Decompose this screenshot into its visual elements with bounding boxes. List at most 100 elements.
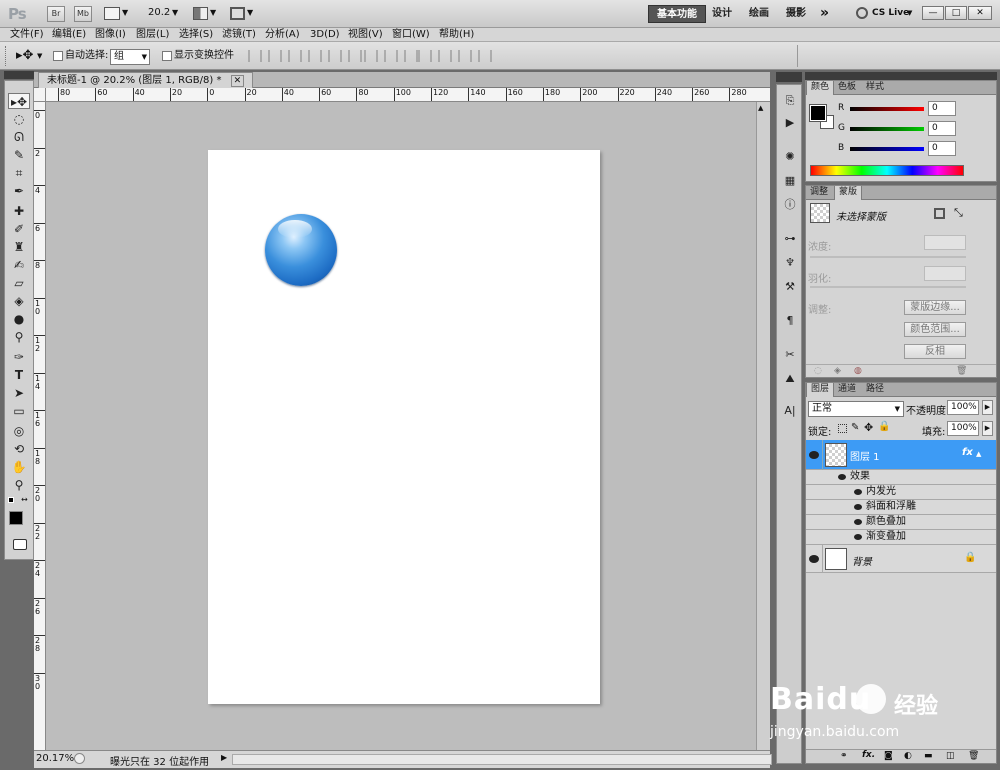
swap-colors-icon[interactable]: ↔	[21, 495, 28, 504]
color-spectrum-bar[interactable]	[810, 165, 964, 176]
dodge-tool-icon[interactable]: ⚲	[8, 329, 30, 345]
zoom-tool-icon[interactable]: ⚲	[8, 477, 30, 493]
layer-name[interactable]: 背景	[852, 553, 872, 568]
align-bottom-icon[interactable]	[288, 50, 302, 62]
screen-mode-icon[interactable]	[230, 7, 245, 20]
tool-presets-icon[interactable]: ⚒	[781, 279, 799, 295]
scroll-up-icon[interactable]: ▲	[758, 104, 763, 112]
auto-select-checkbox[interactable]	[53, 51, 63, 61]
layer-name[interactable]: 图层 1	[850, 448, 880, 463]
tab-swatches[interactable]: 色板	[834, 81, 860, 95]
hand-tool-icon[interactable]: ✋	[8, 459, 30, 475]
foreground-color-swatch[interactable]	[9, 511, 23, 525]
tab-masks[interactable]: 蒙版	[834, 186, 863, 200]
tab-layers[interactable]: 图层	[806, 383, 835, 397]
pen-tool-icon[interactable]: ✑	[8, 349, 30, 365]
color-range-button[interactable]: 颜色范围...	[904, 322, 966, 337]
blur-tool-icon[interactable]: ●	[8, 311, 30, 327]
clone-stamp-tool-icon[interactable]: ♜	[8, 239, 30, 255]
arrange-documents-icon[interactable]	[193, 7, 208, 20]
3d-rotate-tool-icon[interactable]: ◎	[8, 423, 30, 439]
channel-r-slider[interactable]	[850, 107, 924, 111]
apply-mask-icon[interactable]: ◈	[834, 366, 841, 376]
view-extras-icon[interactable]	[104, 7, 120, 20]
visibility-eye-icon[interactable]	[854, 489, 862, 495]
healing-brush-tool-icon[interactable]: ✚	[8, 203, 30, 219]
distribute-vcenter-icon[interactable]	[384, 50, 398, 62]
menu-select[interactable]: 选择(S)	[179, 29, 213, 41]
align-top-icon[interactable]	[248, 50, 262, 62]
workspace-essentials[interactable]: 基本功能	[648, 5, 706, 23]
zoom-level-select[interactable]: 20.2	[148, 7, 170, 18]
align-hcenter-icon[interactable]	[328, 50, 342, 62]
visibility-eye-icon[interactable]	[854, 504, 862, 510]
marquee-tool-icon[interactable]: ◌	[8, 111, 30, 127]
opacity-field[interactable]: 100%	[947, 400, 979, 415]
cslive-button[interactable]: CS Live	[872, 8, 909, 18]
menu-3d[interactable]: 3D(D)	[310, 29, 340, 41]
tab-styles[interactable]: 样式	[862, 81, 888, 95]
density-slider[interactable]	[810, 256, 966, 258]
blend-mode-select[interactable]: 正常 ▼	[808, 401, 904, 417]
feather-slider[interactable]	[810, 286, 966, 288]
invert-button[interactable]: 反相	[904, 344, 966, 359]
maximize-button[interactable]: □	[945, 6, 967, 20]
quick-mask-icon[interactable]	[13, 539, 27, 550]
vertical-scrollbar[interactable]: ▲	[756, 102, 770, 750]
visibility-eye-icon[interactable]	[854, 519, 862, 525]
chevron-down-icon[interactable]: ▼	[907, 9, 912, 17]
crop-tool-icon[interactable]: ⌗	[8, 165, 30, 181]
lock-all-icon[interactable]: 🔒	[878, 421, 890, 432]
workspace-photography[interactable]: 摄影	[778, 5, 814, 23]
minimize-button[interactable]: —	[922, 6, 944, 20]
fill-arrow-icon[interactable]: ▶	[982, 421, 993, 436]
status-menu-arrow-icon[interactable]: ▶	[221, 753, 227, 762]
chevron-down-icon[interactable]: ▼	[122, 8, 128, 17]
visibility-eye-icon[interactable]	[809, 451, 819, 459]
visibility-eye-icon[interactable]	[838, 474, 846, 480]
delete-mask-icon[interactable]: 🗑	[956, 366, 967, 376]
layer-row-layer1[interactable]: 图层 1 fx ▲	[806, 440, 996, 470]
channel-g-value[interactable]: 0	[928, 121, 956, 136]
align-right-icon[interactable]	[348, 50, 362, 62]
brush-presets-icon[interactable]: ✺	[781, 149, 799, 165]
channel-g-slider[interactable]	[850, 127, 924, 131]
channel-b-slider[interactable]	[850, 147, 924, 151]
menu-analysis[interactable]: 分析(A)	[265, 29, 300, 41]
effect-row[interactable]: 斜面和浮雕	[806, 500, 996, 515]
opacity-arrow-icon[interactable]: ▶	[982, 400, 993, 415]
eyedropper-tool-icon[interactable]: ✒	[8, 183, 30, 199]
character-icon[interactable]: A|	[781, 403, 799, 419]
foreground-color-swatch[interactable]	[809, 104, 827, 122]
status-icon[interactable]	[74, 753, 85, 764]
move-tool-icon[interactable]: ▸✥	[8, 93, 30, 109]
effect-row[interactable]: 渐变叠加	[806, 530, 996, 545]
bridge-button[interactable]: Br	[47, 6, 65, 22]
actions-icon[interactable]: ▶	[781, 115, 799, 131]
visibility-eye-icon[interactable]	[854, 534, 862, 540]
menu-layer[interactable]: 图层(L)	[136, 29, 169, 41]
add-style-icon[interactable]: fx.	[862, 750, 875, 760]
close-document-icon[interactable]: ✕	[230, 75, 245, 87]
layer-row-background[interactable]: 背景 🔒	[806, 545, 996, 573]
menu-filter[interactable]: 滤镜(T)	[222, 29, 256, 41]
menu-edit[interactable]: 编辑(E)	[52, 29, 86, 41]
brushes-icon[interactable]: ⊶	[781, 231, 799, 247]
history-brush-tool-icon[interactable]: ✍	[8, 257, 30, 273]
distribute-hcenter-icon[interactable]	[438, 50, 452, 62]
ruler-origin[interactable]	[34, 88, 46, 102]
show-transform-checkbox[interactable]	[162, 51, 172, 61]
effects-group-row[interactable]: 效果	[806, 470, 996, 485]
link-layers-icon[interactable]: ⚭	[840, 751, 848, 761]
align-left-icon[interactable]	[308, 50, 322, 62]
align-vcenter-icon[interactable]	[268, 50, 282, 62]
mini-bridge-button[interactable]: Mb	[74, 6, 92, 22]
feather-field[interactable]	[924, 266, 966, 281]
history-icon[interactable]: ⎘	[781, 93, 799, 109]
fx-badge[interactable]: fx	[962, 447, 973, 458]
delete-layer-icon[interactable]: 🗑	[968, 751, 979, 761]
add-mask-icon[interactable]: ◙	[884, 751, 893, 761]
paint-bucket-tool-icon[interactable]: ◈	[8, 293, 30, 309]
auto-align-layers-icon[interactable]	[478, 50, 492, 62]
document-tab[interactable]: 未标题-1 @ 20.2% (图层 1, RGB/8) * ✕	[38, 72, 254, 88]
